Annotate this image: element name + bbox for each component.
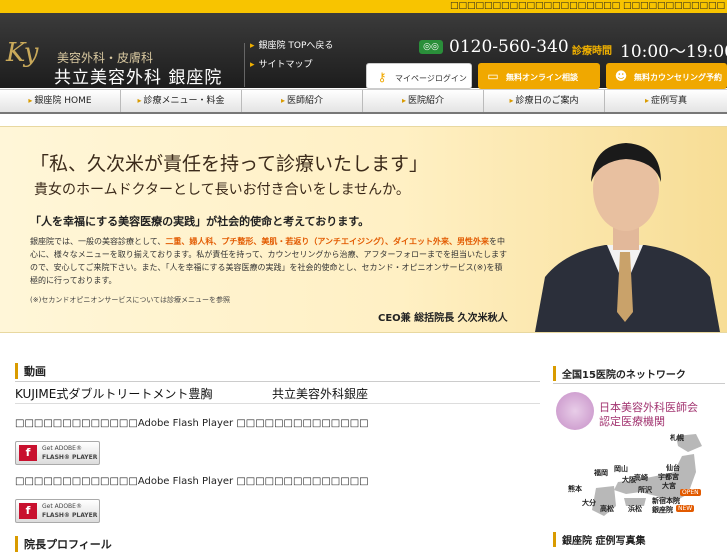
arrow-right-icon: ▸ (250, 41, 255, 51)
flash-badge-line2: FLASH® PLAYER (42, 512, 98, 519)
arrow-right-icon: ▸ (28, 96, 33, 105)
brand-name[interactable]: 共立美容外科 銀座院 (54, 63, 222, 88)
free-dial-icon: ◎◎ (419, 40, 443, 54)
city-hamamatsu[interactable]: 浜松 (628, 504, 642, 514)
phone-number[interactable]: 0120-560-340 (449, 37, 569, 57)
arrow-right-icon: ▸ (280, 96, 285, 105)
video-title[interactable]: KUJIME式ダブルトリートメント豊胸 (15, 385, 212, 402)
doctor-portrait (535, 143, 720, 332)
city-takamatsu[interactable]: 高松 (600, 504, 614, 514)
nav-label: 医師紹介 (287, 96, 324, 106)
login-label: マイページログイン (395, 74, 467, 83)
back-to-top-link[interactable]: ▸ 銀座院 TOPへ戻る (250, 38, 333, 51)
flash-icon: f (19, 503, 37, 519)
arrow-right-icon: ▸ (250, 60, 255, 70)
video-clinic: 共立美容外科銀座 (272, 387, 369, 401)
nav-item-home[interactable]: ▸ 銀座院 HOME (0, 90, 121, 112)
hero-body-prefix: 銀座院では、一般の美容診療として、 (30, 237, 166, 246)
monitor-icon: ▭ (487, 69, 499, 83)
profile-section-title: 院長プロフィール (15, 536, 112, 552)
section-divider (15, 381, 540, 382)
city-takasaki[interactable]: 高崎 (634, 473, 648, 483)
nav-label: 診療日のご案内 (515, 96, 579, 106)
people-icon: ☻ (614, 69, 628, 83)
arrow-right-icon: ▸ (137, 96, 142, 105)
nav-item-menu[interactable]: ▸ 診療メニュー・料金 (121, 90, 242, 112)
sitemap-label: サイトマップ (258, 60, 313, 70)
new-badge: NEW (676, 505, 695, 512)
site-header: Ky 美容外科・皮膚科 共立美容外科 銀座院 ▸ 銀座院 TOPへ戻る ▸ サイトマ… (0, 13, 727, 89)
hours-label: 診療時間 (572, 46, 612, 57)
city-fukuoka[interactable]: 福岡 (594, 468, 608, 478)
nav-label: 診療メニュー・料金 (143, 96, 225, 106)
network-title: 全国15医院のネットワーク (553, 366, 686, 381)
nav-item-schedule[interactable]: ▸ 診療日のご案内 (484, 90, 605, 112)
city-sapporo[interactable]: 札幌 (670, 433, 684, 443)
section-divider (15, 403, 540, 404)
hero-banner: 「私、久次米が責任を持って診療いたします」 貴女のホームドクターとして長いお付き… (0, 126, 727, 333)
hero-body-highlight-men: 男性外来 (456, 237, 489, 246)
flash-badge-line1: Get ADOBE® (42, 445, 82, 452)
arrow-right-icon: ▸ (644, 96, 649, 105)
city-tokorozawa[interactable]: 所沢 (638, 485, 652, 495)
city-okayama[interactable]: 岡山 (614, 464, 628, 474)
hero-note: (※)セカンドオピニオンサービスについては診療メニューを参照 (30, 296, 230, 304)
header-divider (244, 43, 245, 87)
nav-item-cases[interactable]: ▸ 症例写真 (605, 90, 727, 112)
top-notice-text: □□□□□□□□□□□□□□□□□□□□ □□□□□□□□□□□□ (450, 1, 725, 11)
association-cert: 認定医療機関 (599, 415, 665, 428)
online-consult-button[interactable]: ▭ 無料オンライン相談 (478, 63, 600, 89)
video-section-title: 動画 (15, 363, 46, 379)
flash-required-message: □□□□□□□□□□□□□Adobe Flash Player □□□□□□□□… (15, 476, 369, 487)
flash-badge-line1: Get ADOBE® (42, 503, 82, 510)
flash-badge-line2: FLASH® PLAYER (42, 454, 98, 461)
main-nav: ▸ 銀座院 HOME ▸ 診療メニュー・料金 ▸ 医師紹介 ▸ 医院紹介 ▸ 診療日のご案… (0, 89, 727, 114)
city-oita[interactable]: 大分 (582, 498, 596, 508)
flash-required-message: □□□□□□□□□□□□□Adobe Flash Player □□□□□□□□… (15, 418, 369, 429)
arrow-right-icon: ▸ (401, 96, 406, 105)
arrow-right-icon: ▸ (509, 96, 514, 105)
key-icon: ⚷ (377, 70, 387, 84)
city-kumamoto[interactable]: 熊本 (568, 484, 582, 494)
get-flash-player-button[interactable]: f Get ADOBE® FLASH® PLAYER (15, 441, 100, 465)
top-notice-bar: □□□□□□□□□□□□□□□□□□□□ □□□□□□□□□□□□ (0, 0, 727, 13)
hero-body: 銀座院では、一般の美容診療として、二重、婦人科、プチ整形、美肌・若返り（アンチエ… (30, 235, 510, 287)
nav-item-doctors[interactable]: ▸ 医師紹介 (242, 90, 363, 112)
city-ginza[interactable]: 銀座院 (652, 505, 673, 515)
get-flash-player-button[interactable]: f Get ADOBE® FLASH® PLAYER (15, 499, 100, 523)
hero-mission: 「人を幸福にする美容医療の実践」が社会的使命と考えております。 (30, 215, 370, 228)
counseling-reserve-button[interactable]: ☻ 無料カウンセリング予約 (606, 63, 727, 89)
flash-icon: f (19, 445, 37, 461)
nav-label: 症例写真 (651, 96, 688, 106)
hero-body-highlight: 二重、婦人科、プチ整形、美肌・若返り（アンチエイジング）、ダイエット外来、 (165, 237, 457, 246)
counsel-label: 無料カウンセリング予約 (634, 73, 722, 82)
nav-label: 医院紹介 (408, 96, 445, 106)
sitemap-link[interactable]: ▸ サイトマップ (250, 57, 313, 70)
open-badge: OPEN (680, 489, 701, 496)
clinic-logo[interactable]: Ky (6, 33, 46, 79)
hero-subheadline: 貴女のホームドクターとして長いお付き合いをしませんか。 (34, 182, 410, 198)
back-to-top-label: 銀座院 TOPへ戻る (258, 41, 334, 51)
clinic-network-map[interactable]: 札幌 仙台 宇都宮 大宮 OPEN 新宿本院 銀座院 NEW 福岡 岡山 大阪 … (556, 432, 726, 520)
sidebar-divider (553, 383, 725, 384)
association-seal-icon (556, 392, 594, 430)
nav-item-clinic[interactable]: ▸ 医院紹介 (363, 90, 484, 112)
hours-value: 10:00〜19:00 (620, 42, 727, 62)
city-omiya[interactable]: 大宮 (662, 481, 676, 491)
hero-headline: 「私、久次米が責任を持って診療いたします」 (30, 153, 429, 175)
nav-label: 銀座院 HOME (34, 96, 92, 106)
mypage-login-button[interactable]: ⚷ マイページログイン (366, 63, 472, 89)
online-label: 無料オンライン相談 (506, 73, 578, 82)
doctor-caption: CEO兼 総括院長 久次米秋人 (378, 313, 508, 324)
